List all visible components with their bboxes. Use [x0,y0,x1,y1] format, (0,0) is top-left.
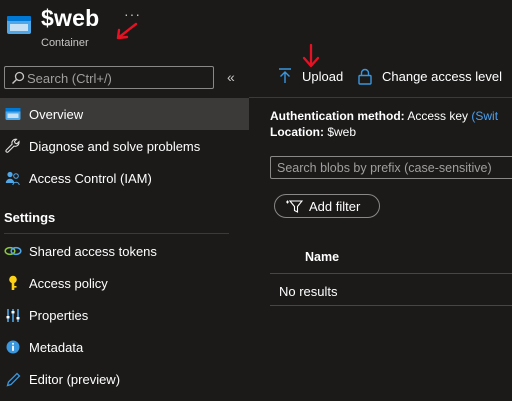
people-icon [4,169,22,187]
sidebar-item-label: Shared access tokens [29,243,157,259]
sidebar-item-diagnose[interactable]: Diagnose and solve problems [0,130,249,162]
auth-method-value: Access key [407,109,469,123]
container-icon [7,16,31,34]
sidebar-item-label: Editor (preview) [29,371,121,387]
link-icon [4,242,22,260]
sidebar-item-metadata[interactable]: Metadata [0,331,249,363]
sidebar-item-properties[interactable]: Properties [0,299,249,331]
add-filter-icon [286,200,303,213]
sidebar-search[interactable] [4,66,214,89]
location-value: $web [327,125,357,139]
upload-button[interactable]: Upload [278,68,343,84]
sidebar-item-label: Properties [29,307,89,323]
info-icon [4,338,22,356]
blob-search-input[interactable] [277,159,512,177]
sidebar-item-shared-access-tokens[interactable]: Shared access tokens [0,235,249,267]
annotation-arrow-icon [302,43,320,68]
column-header-name[interactable]: Name [305,250,339,264]
sidebar-item-label: Access policy [29,275,108,291]
add-filter-label: Add filter [309,198,361,214]
auth-method-label: Authentication method: [270,109,405,123]
sidebar-item-label: Diagnose and solve problems [29,138,201,154]
empty-state-text: No results [279,284,338,299]
section-divider [4,233,229,234]
table-row-divider [270,305,512,306]
switch-auth-link[interactable]: (Swit [471,109,498,123]
collapse-sidebar-button[interactable]: « [227,69,235,85]
sidebar-item-label: Metadata [29,339,84,355]
wrench-icon [4,137,22,155]
search-icon [12,71,25,84]
add-filter-button[interactable]: Add filter [274,194,380,218]
sidebar-item-editor[interactable]: Editor (preview) [0,363,249,395]
lock-icon [358,68,372,85]
toolbar-divider [249,97,512,98]
location-line: Location: $web [270,125,356,139]
sliders-icon [4,306,22,324]
sidebar-item-access-policy[interactable]: Access policy [0,267,249,299]
blob-search[interactable] [270,156,512,179]
table-header-divider [270,273,512,274]
sidebar-item-access-control[interactable]: Access Control (IAM) [0,162,249,194]
pencil-icon [4,370,22,388]
sidebar-item-label: Access Control (IAM) [29,170,152,186]
sidebar-search-input[interactable] [27,69,207,87]
settings-section-title: Settings [4,210,56,225]
page-title: $web [41,5,100,31]
upload-label: Upload [302,68,344,84]
page-subtitle: Container [41,37,89,49]
sidebar-item-overview[interactable]: Overview [0,98,249,130]
upload-icon [279,68,291,83]
key-icon [4,274,22,292]
change-access-label: Change access level [382,69,502,84]
location-label: Location: [270,125,324,139]
change-access-level-button[interactable]: Change access level [358,68,502,85]
auth-method-line: Authentication method: Access key (Swit [270,109,498,123]
sidebar-item-label: Overview [29,106,84,122]
annotation-arrow-icon [116,22,138,40]
container-icon [4,105,22,123]
